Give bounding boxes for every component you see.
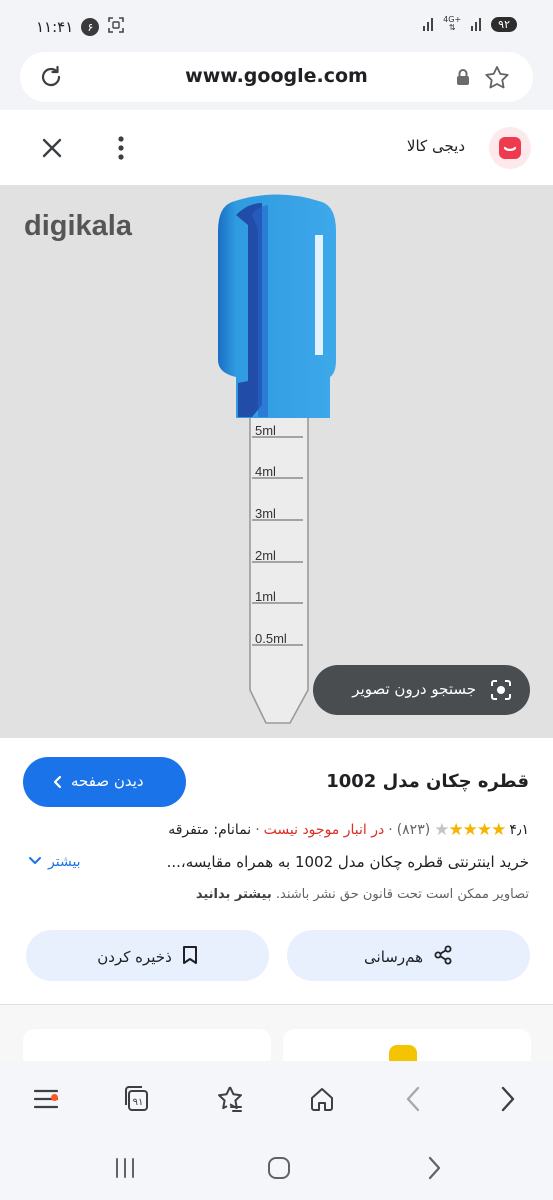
home-button-icon[interactable] <box>265 1154 293 1182</box>
clock: ۱۱:۴۱ <box>36 18 74 36</box>
product-meta: ۴٫۱ ★★★★★ (۸۲۳) · در انبار موجود نیست · … <box>168 820 529 840</box>
related-card[interactable] <box>23 1029 271 1061</box>
visit-page-button[interactable]: دیدن صفحه <box>23 757 186 807</box>
browser-bottom-bar: ۹۱ <box>0 1061 553 1137</box>
chevron-left-icon <box>51 774 65 790</box>
more-label: بیشتر <box>48 854 81 870</box>
measure-label: 5ml <box>255 423 276 438</box>
product-thumbnail <box>389 1045 417 1061</box>
battery-badge: ۹۲ <box>491 16 517 32</box>
product-description: خرید اینترنتی قطره چکان مدل 1002 به همرا… <box>166 853 529 871</box>
menu-icon[interactable] <box>26 1079 66 1119</box>
back-arrow-icon[interactable] <box>393 1079 433 1119</box>
site-favicon <box>489 127 531 169</box>
status-bar-left: ۱۱:۴۱ ۶ <box>36 16 125 38</box>
signal-icon-2 <box>471 17 482 31</box>
browser-toolbar: www.google.com <box>0 52 553 110</box>
share-icon <box>433 945 453 969</box>
related-results <box>0 1005 553 1061</box>
screen: ۱۱:۴۱ ۶ 4G+ ⇅ ۹۲ www.google.com دیجی کال… <box>0 0 553 1200</box>
more-link[interactable]: بیشتر <box>28 854 81 870</box>
status-bar-right: 4G+ ⇅ ۹۲ <box>423 16 517 32</box>
rating-stars: ★★★★★ <box>434 820 506 840</box>
search-in-image-label: جستجو درون تصویر <box>352 680 476 698</box>
save-label: ذخیره کردن <box>97 948 172 966</box>
measure-label: 2ml <box>255 548 276 563</box>
system-back-icon[interactable] <box>422 1154 446 1182</box>
related-card[interactable] <box>283 1029 531 1061</box>
recent-apps-icon[interactable] <box>112 1155 138 1181</box>
status-bar: ۱۱:۴۱ ۶ 4G+ ⇅ ۹۲ <box>0 0 553 52</box>
product-image[interactable]: digikala 5ml 4ml 3ml 2ml 1ml 0.5ml جستجو… <box>0 185 553 738</box>
home-icon[interactable] <box>302 1079 342 1119</box>
forward-arrow-icon[interactable] <box>488 1079 528 1119</box>
measure-label: 1ml <box>255 589 276 604</box>
chevron-down-icon <box>28 854 42 870</box>
share-label: هم‌رسانی <box>364 948 423 966</box>
visit-page-label: دیدن صفحه <box>71 772 144 790</box>
measure-label: 0.5ml <box>255 631 287 646</box>
site-name[interactable]: دیجی کالا <box>407 137 465 155</box>
save-button[interactable]: ذخیره کردن <box>26 930 269 981</box>
notification-count-badge: ۶ <box>81 18 100 36</box>
more-options-icon[interactable] <box>106 132 136 164</box>
product-info-panel: دیدن صفحه قطره چکان مدل 1002 ۴٫۱ ★★★★★ (… <box>0 738 553 1004</box>
product-title[interactable]: قطره چکان مدل 1002 <box>326 771 529 792</box>
screenshot-icon <box>107 16 125 38</box>
measure-label: 3ml <box>255 506 276 521</box>
bookmark-icon <box>182 945 198 969</box>
copyright-notice: تصاویر ممکن است تحت قانون حق نشر باشند. … <box>195 887 529 902</box>
signal-icon <box>423 17 434 31</box>
address-bar[interactable]: www.google.com <box>20 52 533 102</box>
search-in-image-button[interactable]: جستجو درون تصویر <box>313 665 530 715</box>
network-type: 4G+ ⇅ <box>443 15 462 32</box>
brand-label: نمانام: متفرقه <box>168 822 252 838</box>
review-count: (۸۲۳) <box>396 822 431 838</box>
bookmark-star-icon[interactable] <box>481 62 513 94</box>
result-header: دیجی کالا <box>0 110 553 185</box>
dropper-illustration: 5ml 4ml 3ml 2ml 1ml 0.5ml <box>218 194 336 724</box>
availability-status: در انبار موجود نیست <box>263 822 385 838</box>
learn-more-link[interactable]: بیشتر بدانید <box>196 887 272 902</box>
lock-icon[interactable] <box>453 67 473 87</box>
close-icon[interactable] <box>36 132 68 164</box>
bookmarks-star-icon[interactable] <box>210 1079 250 1119</box>
share-button[interactable]: هم‌رسانی <box>287 930 530 981</box>
lens-camera-icon <box>488 677 514 703</box>
rating-value: ۴٫۱ <box>509 822 529 838</box>
tabs-icon[interactable]: ۹۱ <box>117 1079 157 1119</box>
system-navigation-bar <box>0 1137 553 1200</box>
notification-dot <box>51 1094 58 1101</box>
svg-text:۹۱: ۹۱ <box>133 1097 144 1108</box>
measure-label: 4ml <box>255 464 276 479</box>
